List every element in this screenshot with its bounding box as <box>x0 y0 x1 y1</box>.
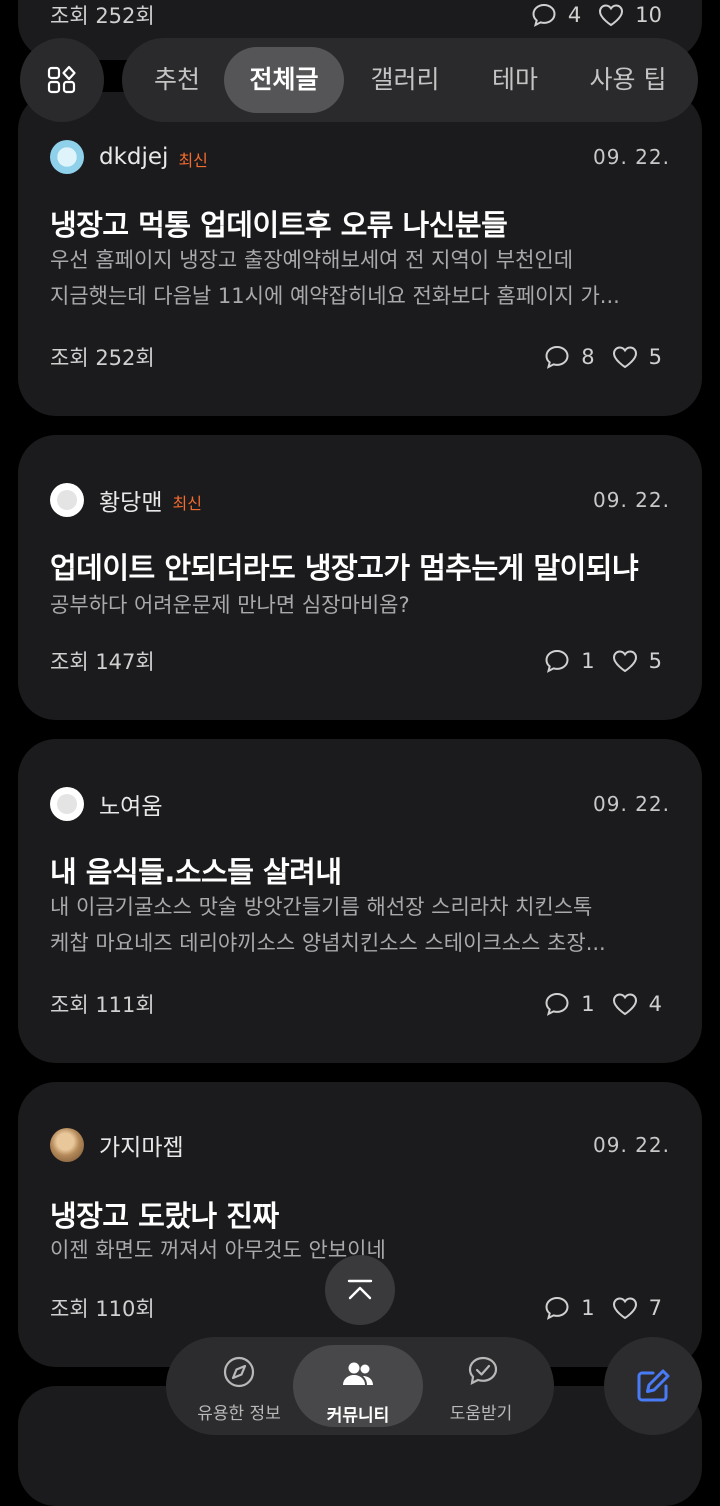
like-count: 10 <box>635 3 662 27</box>
like-count: 5 <box>648 649 662 673</box>
avatar <box>50 787 84 821</box>
category-menu-button[interactable] <box>20 38 104 122</box>
post-preview: 내 이금기굴소스 맛술 방앗간들기름 해선장 스리라차 치킨스톡 케찹 마요네즈… <box>50 895 606 955</box>
author-name: dkdjej <box>99 144 169 170</box>
post-preview: 공부하다 어려운문제 만나면 심장마비옴? <box>50 593 410 617</box>
new-badge: 최신 <box>172 494 202 513</box>
post-title: 냉장고 도랐나 진짜 <box>50 1199 279 1233</box>
arrow-up-icon <box>347 1279 373 1300</box>
comment-count: 1 <box>581 992 595 1016</box>
author-name: 가지마젭 <box>99 1135 184 1161</box>
author-name: 노여움 <box>99 794 163 820</box>
nav-label: 유용한 정보 <box>197 1404 281 1424</box>
comment-count: 8 <box>581 345 595 369</box>
post-card[interactable]: dkdjej 최신 09. 22. 냉장고 먹통 업데이트후 오류 나신분들 우… <box>18 92 702 416</box>
comment-count: 1 <box>581 1296 595 1320</box>
comment-icon <box>532 3 556 27</box>
heart-icon <box>612 346 637 369</box>
post-title: 업데이트 안되더라도 냉장고가 멈추는게 말이되냐 <box>50 551 639 585</box>
view-count: 조회 111회 <box>50 993 155 1017</box>
tab-tips[interactable]: 사용 팁 <box>568 47 688 113</box>
bottom-navigation: 유용한 정보 커뮤니티 도움받기 <box>166 1337 554 1435</box>
edit-icon <box>637 1369 670 1402</box>
grid-icon <box>47 65 76 94</box>
nav-get-help[interactable]: 도움받기 <box>416 1337 546 1435</box>
avatar <box>50 483 84 517</box>
avatar <box>50 1128 84 1162</box>
post-title: 냉장고 먹통 업데이트후 오류 나신분들 <box>50 208 508 242</box>
comment-count: 4 <box>567 3 582 27</box>
comment-count: 1 <box>581 649 595 673</box>
write-post-button[interactable] <box>604 1337 702 1435</box>
view-count: 조회 252회 <box>50 4 155 28</box>
tab-theme[interactable]: 테마 <box>470 47 560 113</box>
post-preview: 우선 홈페이지 냉장고 출장예약해보세여 전 지역이 부천인데 지금햇는데 다음… <box>50 248 620 308</box>
avatar <box>50 140 84 174</box>
like-count: 4 <box>648 992 662 1016</box>
post-card[interactable]: 노여움 09. 22. 내 음식들.소스들 살려내 내 이금기굴소스 맛술 방앗… <box>18 739 702 1063</box>
category-tabs: 추천 전체글 갤러리 테마 사용 팁 <box>122 38 698 122</box>
heart-icon <box>599 4 624 27</box>
nav-useful-info[interactable]: 유용한 정보 <box>174 1337 304 1435</box>
view-count: 조회 147회 <box>50 650 155 674</box>
category-bar: 추천 전체글 갤러리 테마 사용 팁 <box>20 38 700 122</box>
scroll-to-top-button[interactable] <box>325 1255 395 1325</box>
new-badge: 최신 <box>178 151 208 170</box>
post-title: 내 음식들.소스들 살려내 <box>50 855 342 889</box>
post-date: 09. 22. <box>593 792 670 816</box>
heart-icon <box>612 993 637 1016</box>
people-icon <box>343 1362 373 1385</box>
like-count: 5 <box>648 345 662 369</box>
heart-icon <box>612 650 637 673</box>
comment-icon <box>545 992 569 1016</box>
author-name: 황당맨 <box>99 490 163 516</box>
like-count: 7 <box>648 1296 662 1320</box>
post-date: 09. 22. <box>593 1133 670 1157</box>
chat-check-icon <box>468 1356 498 1385</box>
nav-label: 도움받기 <box>449 1404 513 1424</box>
post-card[interactable]: 황당맨 최신 09. 22. 업데이트 안되더라도 냉장고가 멈추는게 말이되냐… <box>18 435 702 720</box>
nav-label: 커뮤니티 <box>326 1406 390 1426</box>
tab-recommended[interactable]: 추천 <box>132 47 222 113</box>
comment-icon <box>545 1296 569 1320</box>
view-count: 조회 252회 <box>50 346 155 370</box>
tab-gallery[interactable]: 갤러리 <box>350 47 460 113</box>
nav-community[interactable]: 커뮤니티 <box>293 1345 423 1427</box>
comment-icon <box>545 649 569 673</box>
compass-icon <box>223 1356 255 1388</box>
comment-icon <box>545 345 569 369</box>
view-count: 조회 110회 <box>50 1297 155 1321</box>
heart-icon <box>612 1297 637 1320</box>
post-date: 09. 22. <box>593 488 670 512</box>
tab-all-posts[interactable]: 전체글 <box>224 47 344 113</box>
post-date: 09. 22. <box>593 145 670 169</box>
